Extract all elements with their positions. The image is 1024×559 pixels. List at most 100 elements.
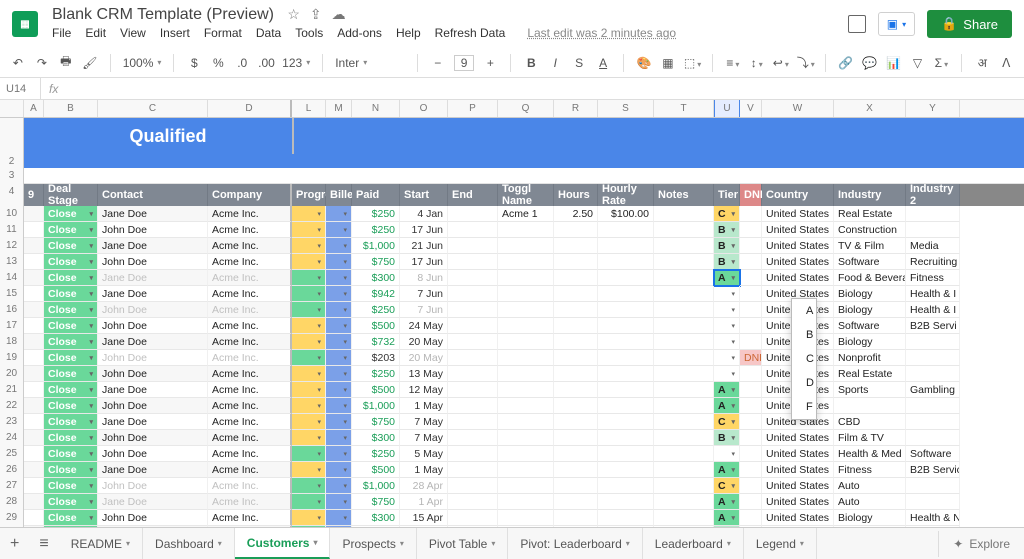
toggl-cell[interactable] [498, 302, 554, 318]
bold-icon[interactable]: B [523, 56, 539, 70]
billed-cell[interactable] [326, 254, 352, 270]
merge-icon[interactable]: ⬚ [684, 56, 700, 70]
hours-cell[interactable] [554, 494, 598, 510]
toggl-cell[interactable] [498, 494, 554, 510]
contact-cell[interactable]: Jane Doe [98, 238, 208, 254]
rate-cell[interactable] [598, 286, 654, 302]
industry2-cell[interactable] [906, 430, 960, 446]
toggl-cell[interactable] [498, 286, 554, 302]
company-cell[interactable]: Acme Inc. [208, 462, 292, 478]
toggl-cell[interactable] [498, 366, 554, 382]
col-header-P[interactable]: P [448, 100, 498, 117]
paid-cell[interactable]: $500 [352, 462, 400, 478]
paid-cell[interactable]: $300 [352, 270, 400, 286]
deal-stage-cell[interactable]: Close [44, 254, 98, 270]
paint-format-icon[interactable]: 🖌 [82, 56, 98, 70]
start-cell[interactable]: 1 Apr [400, 494, 448, 510]
share-button[interactable]: 🔒 Share [927, 10, 1012, 38]
contact-cell[interactable]: John Doe [98, 254, 208, 270]
toggl-cell[interactable] [498, 318, 554, 334]
col-header-W[interactable]: W [762, 100, 834, 117]
strike-icon[interactable]: S [571, 56, 587, 70]
industry-cell[interactable]: Fitness [834, 462, 906, 478]
industry2-cell[interactable]: Health & N [906, 510, 960, 526]
cloud-icon[interactable]: ☁ [332, 6, 346, 23]
country-cell[interactable]: United States [762, 446, 834, 462]
contact-cell[interactable]: John Doe [98, 430, 208, 446]
menu-add-ons[interactable]: Add-ons [337, 26, 382, 40]
billed-cell[interactable] [326, 382, 352, 398]
tier-cell[interactable]: A [714, 510, 740, 526]
company-cell[interactable]: Acme Inc. [208, 446, 292, 462]
paid-cell[interactable]: $250 [352, 206, 400, 222]
col-header-N[interactable]: N [352, 100, 400, 117]
progress-cell[interactable] [292, 430, 326, 446]
billed-cell[interactable] [326, 398, 352, 414]
paid-cell[interactable]: $1,000 [352, 398, 400, 414]
deal-stage-cell[interactable]: Close [44, 366, 98, 382]
start-cell[interactable]: 12 May [400, 382, 448, 398]
start-cell[interactable]: 21 Jun [400, 238, 448, 254]
italic-icon[interactable]: I [547, 56, 563, 70]
paid-cell[interactable]: $250 [352, 366, 400, 382]
progress-cell[interactable] [292, 414, 326, 430]
industry-cell[interactable]: Auto [834, 494, 906, 510]
country-cell[interactable]: United States [762, 254, 834, 270]
toggl-cell[interactable] [498, 446, 554, 462]
country-cell[interactable]: United States [762, 222, 834, 238]
col-header-Q[interactable]: Q [498, 100, 554, 117]
hours-cell[interactable] [554, 334, 598, 350]
industry-cell[interactable]: Biology [834, 302, 906, 318]
tier-dropdown-popup[interactable]: ABCDF [791, 298, 817, 420]
menu-data[interactable]: Data [256, 26, 281, 40]
paid-cell[interactable]: $750 [352, 494, 400, 510]
sheets-app-icon[interactable]: ▦ [12, 11, 38, 37]
paid-cell[interactable]: $750 [352, 414, 400, 430]
sheet-tab-pivot-leaderboard[interactable]: Pivot: Leaderboard ▾ [508, 528, 642, 559]
col-header-Y[interactable]: Y [906, 100, 960, 117]
company-cell[interactable]: Acme Inc. [208, 398, 292, 414]
valign-icon[interactable]: ↕ [749, 56, 765, 70]
industry-cell[interactable]: Biology [834, 286, 906, 302]
industry2-cell[interactable]: Media [906, 238, 960, 254]
contact-cell[interactable]: John Doe [98, 350, 208, 366]
tier-cell[interactable]: B [714, 254, 740, 270]
paid-cell[interactable]: $250 [352, 302, 400, 318]
redo-icon[interactable]: ↷ [34, 56, 50, 70]
billed-cell[interactable] [326, 414, 352, 430]
tier-cell[interactable]: B [714, 430, 740, 446]
progress-cell[interactable] [292, 446, 326, 462]
hours-cell[interactable] [554, 510, 598, 526]
tier-cell[interactable]: C [714, 414, 740, 430]
industry2-cell[interactable]: Health & I [906, 302, 960, 318]
country-cell[interactable]: United States [762, 238, 834, 254]
toggl-cell[interactable] [498, 430, 554, 446]
col-header-L[interactable]: L [292, 100, 326, 117]
filter-icon[interactable]: ▽ [910, 56, 926, 70]
paid-cell[interactable]: $300 [352, 510, 400, 526]
rate-cell[interactable] [598, 238, 654, 254]
company-cell[interactable]: Acme Inc. [208, 270, 292, 286]
tier-cell[interactable] [714, 302, 740, 318]
contact-cell[interactable]: Jane Doe [98, 414, 208, 430]
col-header-S[interactable]: S [598, 100, 654, 117]
country-cell[interactable]: United States [762, 462, 834, 478]
rate-cell[interactable] [598, 254, 654, 270]
tier-cell[interactable] [714, 286, 740, 302]
menu-view[interactable]: View [120, 26, 146, 40]
toggl-cell[interactable] [498, 382, 554, 398]
company-cell[interactable]: Acme Inc. [208, 302, 292, 318]
col-header-A[interactable]: A [24, 100, 44, 117]
tier-cell[interactable] [714, 318, 740, 334]
hours-cell[interactable] [554, 270, 598, 286]
col-header-T[interactable]: T [654, 100, 714, 117]
industry-cell[interactable]: Software [834, 318, 906, 334]
industry2-cell[interactable] [906, 478, 960, 494]
industry2-cell[interactable] [906, 350, 960, 366]
progress-cell[interactable] [292, 238, 326, 254]
country-cell[interactable]: United States [762, 478, 834, 494]
rate-cell[interactable] [598, 382, 654, 398]
company-cell[interactable]: Acme Inc. [208, 254, 292, 270]
company-cell[interactable]: Acme Inc. [208, 430, 292, 446]
rate-cell[interactable] [598, 318, 654, 334]
